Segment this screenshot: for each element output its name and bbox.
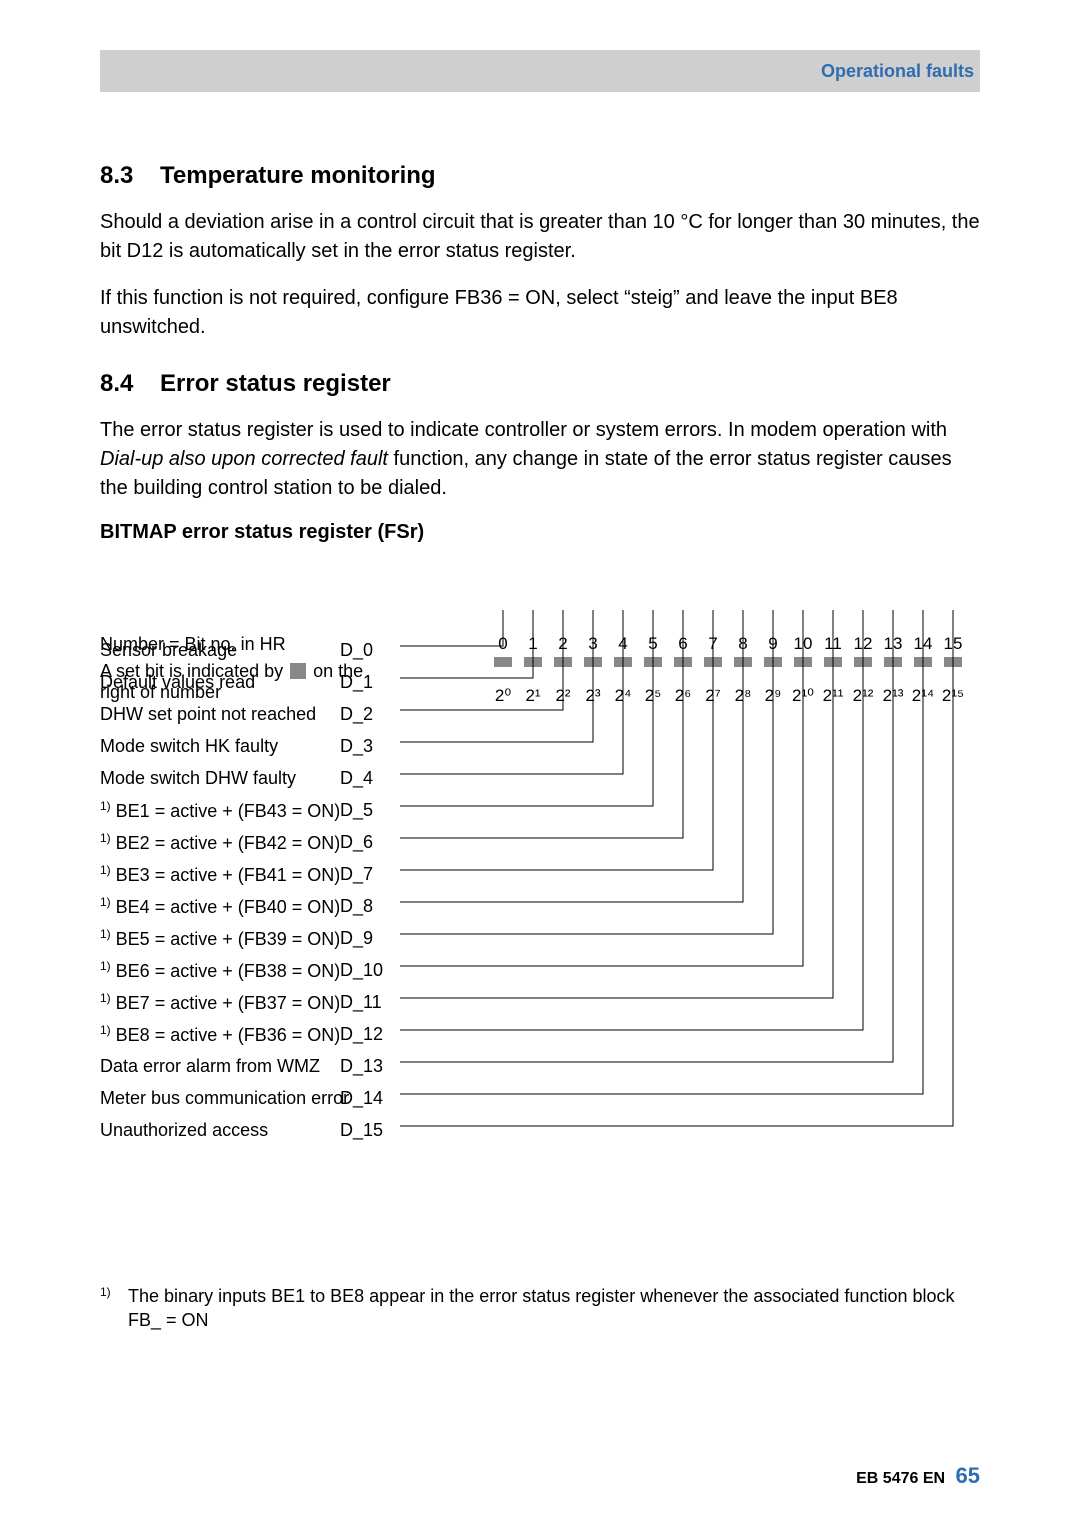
row-description: 1) BE8 = active + (FB36 = ON) xyxy=(100,1023,340,1046)
row-description: Mode switch DHW faulty xyxy=(100,768,340,789)
heading-number: 8.3 xyxy=(100,162,160,190)
row-description: DHW set point not reached xyxy=(100,704,340,725)
heading-text: Temperature monitoring xyxy=(160,162,436,190)
bitmap-title: BITMAP error status register (FSr) xyxy=(100,521,980,544)
footnote: 1) The binary inputs BE1 to BE8 appear i… xyxy=(100,1284,980,1333)
row-description: Sensor breakage xyxy=(100,640,340,661)
text: The error status register is used to ind… xyxy=(100,419,947,441)
bitmap-diagram: Number = Bit no. in HR A set bit is indi… xyxy=(100,634,980,1274)
row-description: Mode switch HK faulty xyxy=(100,736,340,757)
paragraph: If this function is not required, config… xyxy=(100,284,980,342)
row-description: 1) BE1 = active + (FB43 = ON) xyxy=(100,799,340,822)
page-number: 65 xyxy=(956,1463,980,1488)
row-bit: D_12 xyxy=(340,1024,400,1045)
row-bit: D_14 xyxy=(340,1088,400,1109)
footnote-text: The binary inputs BE1 to BE8 appear in t… xyxy=(128,1284,980,1333)
heading-number: 8.4 xyxy=(100,370,160,398)
row-bit: D_7 xyxy=(340,864,400,885)
row-bit: D_11 xyxy=(340,992,400,1013)
row-description: 1) BE3 = active + (FB41 = ON) xyxy=(100,863,340,886)
row-description: 1) BE7 = active + (FB37 = ON) xyxy=(100,991,340,1014)
bitmap-row: Unauthorized accessD_15 xyxy=(100,1114,980,1146)
heading-8-4: 8.4 Error status register xyxy=(100,370,980,398)
paragraph: The error status register is used to ind… xyxy=(100,416,980,503)
heading-8-3: 8.3 Temperature monitoring xyxy=(100,162,980,190)
header-section-title: Operational faults xyxy=(821,61,974,82)
row-description: Meter bus communication error xyxy=(100,1088,340,1109)
row-bit: D_5 xyxy=(340,800,400,821)
row-bit: D_15 xyxy=(340,1120,400,1141)
row-bit: D_9 xyxy=(340,928,400,949)
row-bit: D_2 xyxy=(340,704,400,725)
row-description: 1) BE6 = active + (FB38 = ON) xyxy=(100,959,340,982)
row-description: Default values read xyxy=(100,672,340,693)
row-description: 1) BE4 = active + (FB40 = ON) xyxy=(100,895,340,918)
text-italic: Dial-up also upon corrected fault xyxy=(100,448,388,470)
page-footer: EB 5476 EN 65 xyxy=(856,1463,980,1489)
row-bit: D_3 xyxy=(340,736,400,757)
paragraph: Should a deviation arise in a control ci… xyxy=(100,208,980,266)
row-bit: D_1 xyxy=(340,672,400,693)
row-bit: D_6 xyxy=(340,832,400,853)
footnote-marker: 1) xyxy=(100,1284,128,1333)
row-description: Data error alarm from WMZ xyxy=(100,1056,340,1077)
row-description: 1) BE2 = active + (FB42 = ON) xyxy=(100,831,340,854)
row-bit: D_8 xyxy=(340,896,400,917)
row-description: Unauthorized access xyxy=(100,1120,340,1141)
row-bit: D_13 xyxy=(340,1056,400,1077)
row-bit: D_4 xyxy=(340,768,400,789)
row-bit: D_0 xyxy=(340,640,400,661)
page-header: Operational faults xyxy=(100,50,980,92)
doc-id: EB 5476 EN xyxy=(856,1470,945,1487)
row-bit: D_10 xyxy=(340,960,400,981)
bitmap-rows: Sensor breakageD_0Default values readD_1… xyxy=(100,634,980,1146)
heading-text: Error status register xyxy=(160,370,391,398)
row-description: 1) BE5 = active + (FB39 = ON) xyxy=(100,927,340,950)
connector-line xyxy=(400,1110,975,1150)
